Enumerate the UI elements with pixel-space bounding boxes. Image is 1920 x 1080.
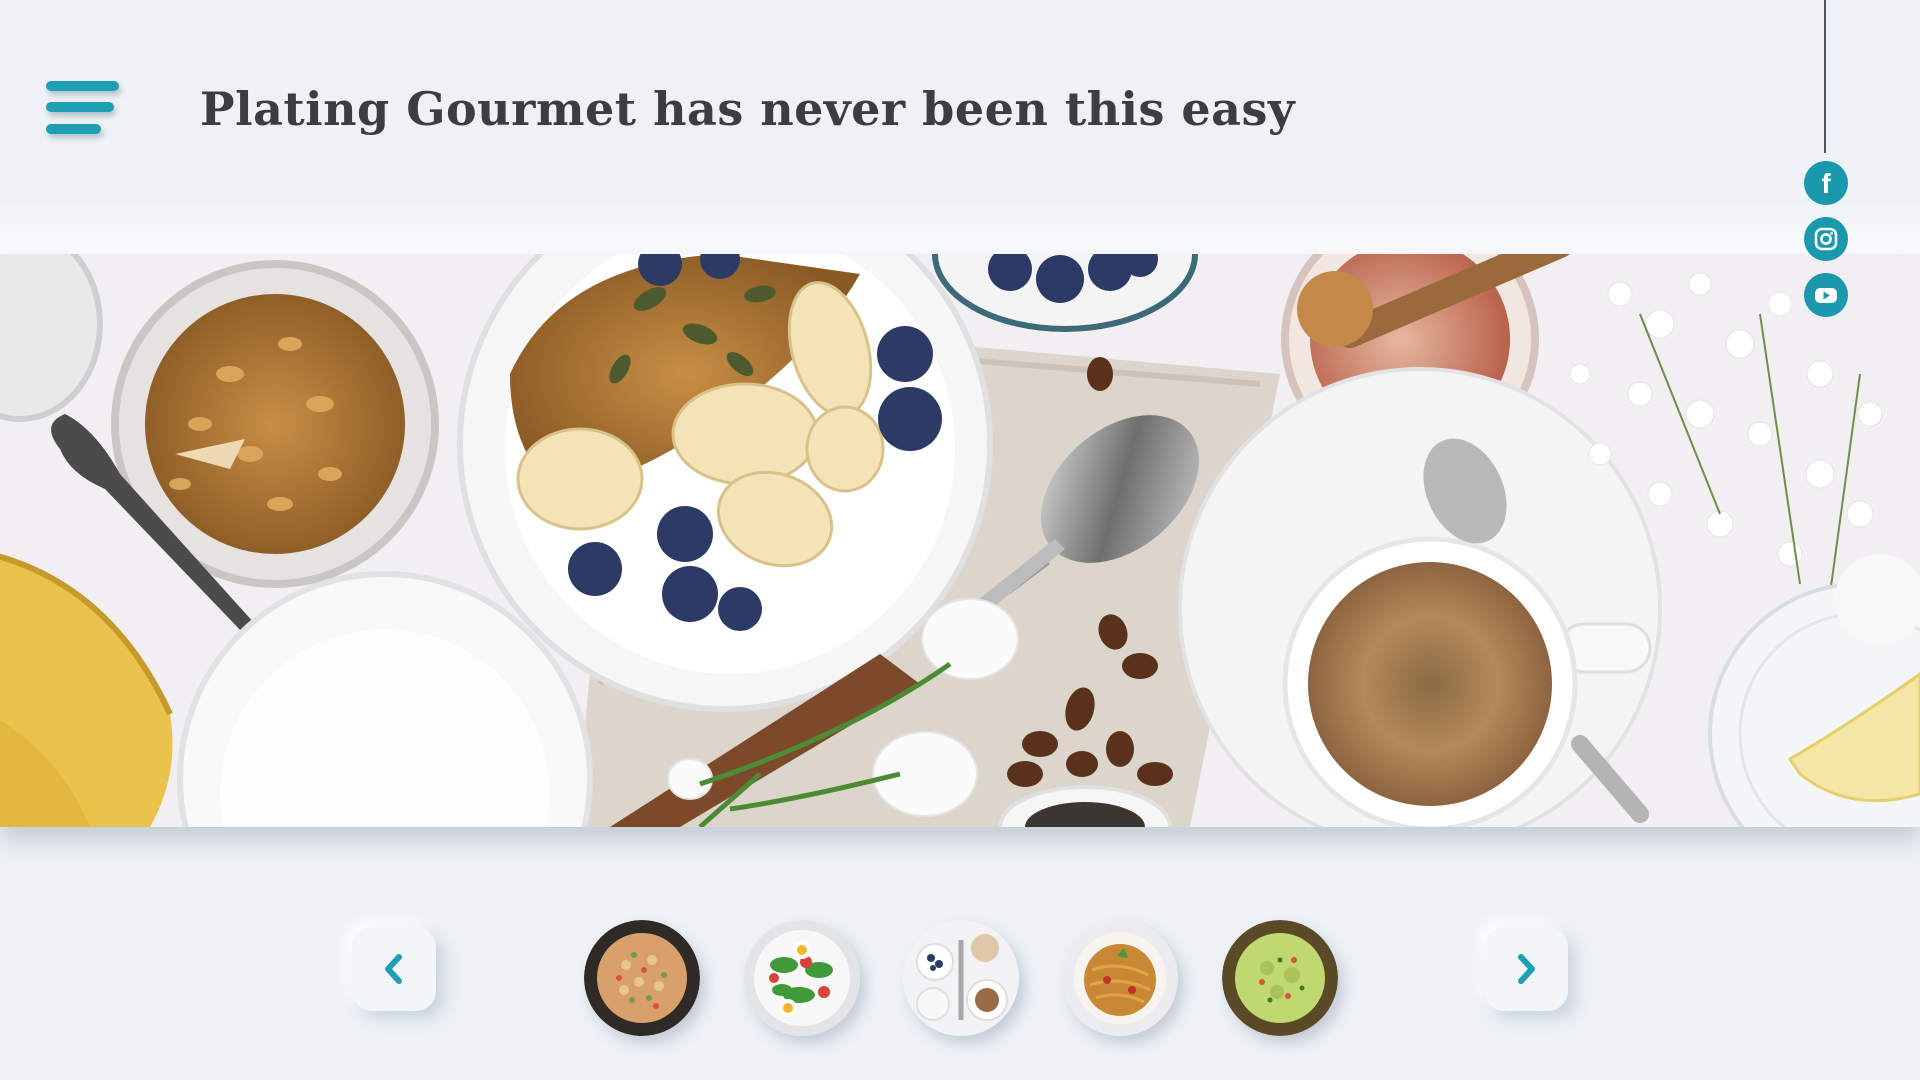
menu-line xyxy=(46,81,119,91)
header: Plating Gourmet has never been this easy xyxy=(0,0,1920,254)
social-divider-line xyxy=(1824,0,1826,153)
thumbnail-fried-rice[interactable] xyxy=(584,920,700,1036)
thumbnail-noodles[interactable] xyxy=(1062,920,1178,1036)
carousel-next-button[interactable] xyxy=(1484,927,1568,1011)
carousel-prev-button[interactable] xyxy=(352,927,436,1011)
youtube-icon[interactable] xyxy=(1804,273,1848,317)
hero-image xyxy=(0,254,1920,827)
chevron-left-icon xyxy=(385,954,402,984)
hamburger-menu-icon[interactable] xyxy=(44,78,124,144)
thumbnail-egg-salad[interactable] xyxy=(744,920,860,1036)
menu-line xyxy=(46,124,101,134)
instagram-icon[interactable] xyxy=(1804,217,1848,261)
thumbnail-breakfast-table[interactable] xyxy=(903,920,1019,1036)
chevron-right-icon xyxy=(1518,954,1535,984)
thumbnail-guacamole[interactable] xyxy=(1222,920,1338,1036)
page-tagline: Plating Gourmet has never been this easy xyxy=(200,82,1296,136)
facebook-icon[interactable]: f xyxy=(1804,161,1848,205)
menu-line xyxy=(46,102,114,112)
